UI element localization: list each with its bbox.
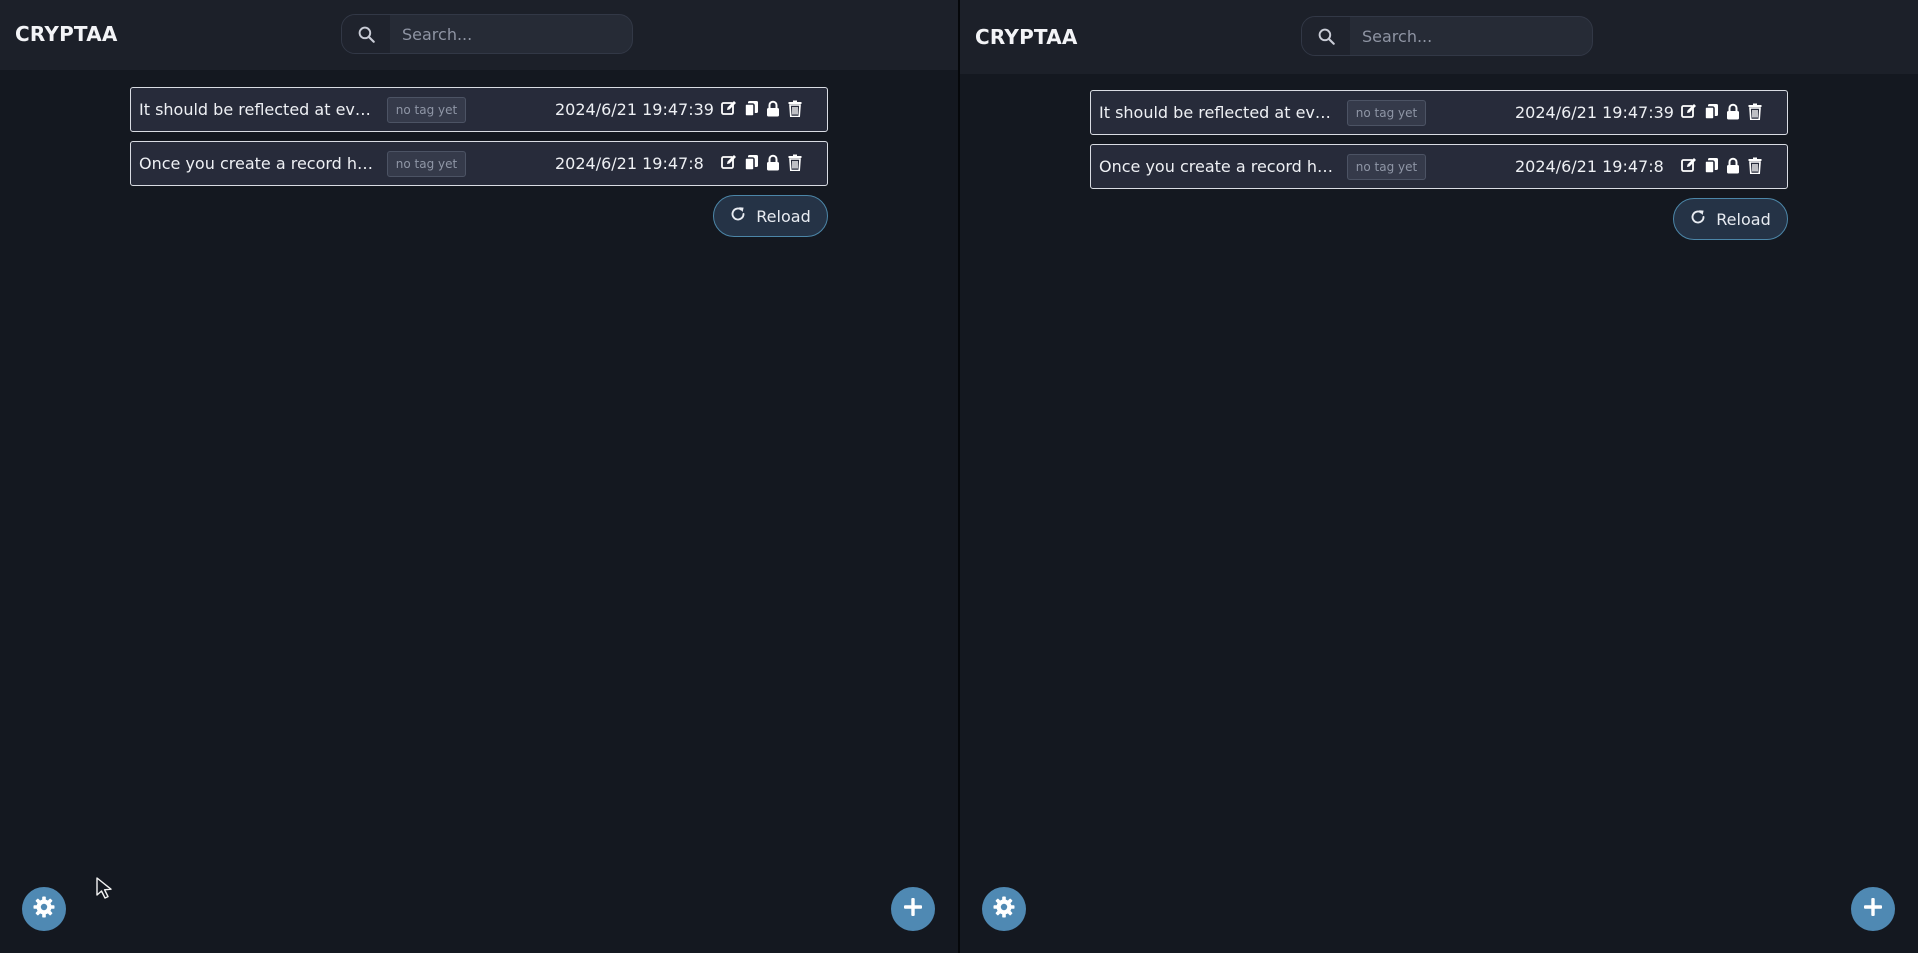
search-input[interactable] [1350,17,1592,55]
app-header: CRYPTAA [0,0,958,70]
record-actions [721,153,803,171]
trash-icon[interactable] [1747,156,1763,174]
brand-logo: CRYPTAA [15,22,118,46]
add-record-button[interactable] [1851,887,1895,931]
record-title[interactable]: Once you create a record here [139,154,379,173]
reload-button[interactable]: Reload [713,195,828,237]
edit-icon[interactable] [721,99,737,117]
mouse-cursor-icon [95,876,115,904]
lock-icon[interactable] [1725,156,1741,174]
search-input[interactable] [390,15,632,53]
lock-icon[interactable] [765,153,781,171]
record-timestamp: 2024/6/21 19:47:39 [555,100,714,119]
record-row[interactable]: Once you create a record here no tag yet… [1090,144,1788,189]
record-timestamp: 2024/6/21 19:47:8 [555,154,704,173]
record-tag[interactable]: no tag yet [1347,100,1426,126]
reload-label: Reload [1716,209,1771,229]
copy-icon[interactable] [743,153,759,171]
gear-icon [992,895,1016,923]
trash-icon[interactable] [787,99,803,117]
trash-icon[interactable] [787,153,803,171]
copy-icon[interactable] [743,99,759,117]
reload-icon [730,206,746,226]
record-tag[interactable]: no tag yet [387,97,466,123]
search-icon[interactable] [342,15,390,53]
reload-icon [1690,209,1706,229]
trash-icon[interactable] [1747,102,1763,120]
copy-icon[interactable] [1703,102,1719,120]
gear-icon [32,895,56,923]
record-actions [721,99,803,117]
edit-icon[interactable] [1681,156,1697,174]
plus-icon [902,896,924,922]
copy-icon[interactable] [1703,156,1719,174]
record-row[interactable]: It should be reflected at every device n… [130,87,828,132]
record-title[interactable]: It should be reflected at every device [1099,103,1339,122]
edit-icon[interactable] [721,153,737,171]
record-row[interactable]: It should be reflected at every device n… [1090,90,1788,135]
right-pane: CRYPTAA It should be reflected at every … [960,0,1918,953]
record-actions [1681,156,1763,174]
record-tag[interactable]: no tag yet [387,151,466,177]
record-timestamp: 2024/6/21 19:47:39 [1515,103,1674,122]
edit-icon[interactable] [1681,102,1697,120]
record-list: It should be reflected at every device n… [1090,90,1788,198]
record-list: It should be reflected at every device n… [130,87,828,195]
brand-logo: CRYPTAA [975,25,1078,49]
left-pane: CRYPTAA It should be reflected at every … [0,0,958,953]
search-bar [1301,16,1593,56]
record-tag[interactable]: no tag yet [1347,154,1426,180]
record-row[interactable]: Once you create a record here no tag yet… [130,141,828,186]
add-record-button[interactable] [891,887,935,931]
record-timestamp: 2024/6/21 19:47:8 [1515,157,1664,176]
reload-label: Reload [756,206,811,226]
search-icon[interactable] [1302,17,1350,55]
reload-button[interactable]: Reload [1673,198,1788,240]
lock-icon[interactable] [765,99,781,117]
record-actions [1681,102,1763,120]
lock-icon[interactable] [1725,102,1741,120]
record-title[interactable]: Once you create a record here [1099,157,1339,176]
record-title[interactable]: It should be reflected at every device [139,100,379,119]
plus-icon [1862,896,1884,922]
settings-button[interactable] [22,887,66,931]
settings-button[interactable] [982,887,1026,931]
app-header: CRYPTAA [960,0,1918,74]
search-bar [341,14,633,54]
